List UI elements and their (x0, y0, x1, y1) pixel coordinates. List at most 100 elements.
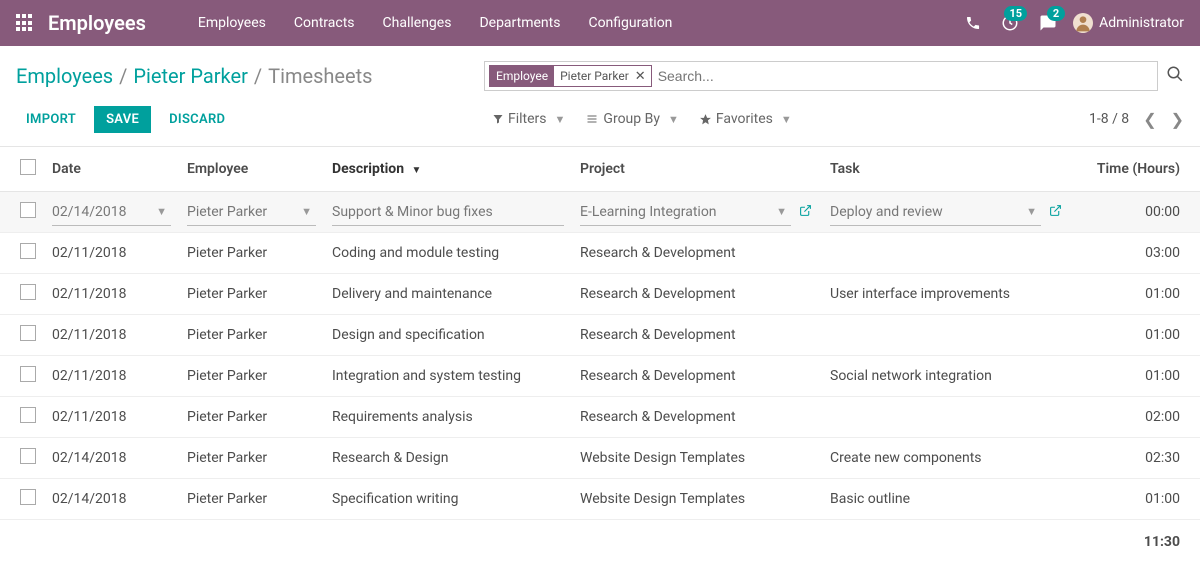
cell-description: Integration and system testing (324, 356, 572, 397)
cell-project: Website Design Templates (572, 438, 822, 479)
search-icon[interactable] (1166, 65, 1184, 88)
cell-description: Coding and module testing (324, 233, 572, 274)
activities-badge: 15 (1004, 6, 1027, 21)
import-button[interactable]: IMPORT (16, 106, 86, 133)
table-row[interactable]: 02/11/2018Pieter ParkerIntegration and s… (0, 356, 1200, 397)
external-link-icon[interactable] (1047, 204, 1064, 221)
phone-icon[interactable] (955, 15, 991, 31)
employee-select[interactable]: Pieter Parker ▼ (187, 198, 316, 226)
pager-range: 1-8 / 8 (1089, 111, 1129, 127)
table-row[interactable]: 02/14/2018Pieter ParkerSpecification wri… (0, 479, 1200, 520)
date-input[interactable]: 02/14/2018 ▼ (52, 198, 171, 226)
nav-item-challenges[interactable]: Challenges (369, 15, 466, 31)
cell-task: User interface improvements (822, 274, 1072, 315)
cell-project: Research & Development (572, 315, 822, 356)
discard-button[interactable]: DISCARD (159, 106, 235, 133)
timesheet-table: Date Employee Description ▼ Project Task… (0, 146, 1200, 564)
cell-employee: Pieter Parker (179, 274, 324, 315)
external-link-icon[interactable] (797, 204, 814, 221)
col-header-task[interactable]: Task (822, 147, 1072, 192)
row-checkbox[interactable] (20, 366, 36, 382)
row-checkbox[interactable] (20, 448, 36, 464)
cell-description: Research & Design (324, 438, 572, 479)
messages-icon[interactable]: 2 (1029, 14, 1067, 32)
col-header-description[interactable]: Description ▼ (324, 147, 572, 192)
cell-project: Research & Development (572, 397, 822, 438)
pager: 1-8 / 8 ❮ ❯ (1089, 110, 1184, 129)
favorites-dropdown[interactable]: Favorites ▼ (691, 111, 804, 127)
row-checkbox[interactable] (20, 407, 36, 423)
col-header-project[interactable]: Project (572, 147, 822, 192)
groupby-dropdown[interactable]: Group By ▼ (577, 111, 690, 127)
row-checkbox[interactable] (20, 325, 36, 341)
cell-task: Basic outline (822, 479, 1072, 520)
cell-time: 02:30 (1072, 438, 1200, 479)
cell-task (822, 233, 1072, 274)
cell-date: 02/14/2018 (44, 438, 179, 479)
description-input[interactable]: Support & Minor bug fixes (332, 198, 564, 226)
caret-down-icon: ▼ (772, 205, 791, 218)
time-input[interactable]: 00:00 (1072, 192, 1200, 233)
caret-down-icon: ▼ (152, 205, 171, 218)
activities-icon[interactable]: 15 (991, 14, 1029, 32)
col-header-date[interactable]: Date (44, 147, 179, 192)
cell-project: Website Design Templates (572, 479, 822, 520)
cell-project: Research & Development (572, 356, 822, 397)
cell-time: 01:00 (1072, 315, 1200, 356)
breadcrumb-employee[interactable]: Pieter Parker (133, 64, 247, 88)
cell-description: Delivery and maintenance (324, 274, 572, 315)
user-name: Administrator (1099, 15, 1184, 31)
cell-date: 02/11/2018 (44, 233, 179, 274)
row-checkbox[interactable] (20, 202, 36, 218)
facet-label: Employee (490, 66, 554, 86)
filters-dropdown[interactable]: Filters ▼ (484, 111, 577, 127)
messages-badge: 2 (1047, 6, 1065, 21)
caret-down-icon: ▼ (1022, 205, 1041, 218)
table-row[interactable]: 02/11/2018Pieter ParkerDelivery and main… (0, 274, 1200, 315)
facet-remove-icon[interactable]: ✕ (635, 69, 651, 84)
cell-description: Design and specification (324, 315, 572, 356)
apps-icon[interactable] (16, 14, 34, 32)
total-time: 11:30 (0, 520, 1200, 565)
nav-item-employees[interactable]: Employees (184, 15, 280, 31)
cell-time: 01:00 (1072, 356, 1200, 397)
cell-employee: Pieter Parker (179, 438, 324, 479)
caret-down-icon: ▼ (777, 113, 796, 126)
row-checkbox[interactable] (20, 243, 36, 259)
cell-task (822, 315, 1072, 356)
facet-value: Pieter Parker (554, 69, 635, 83)
avatar (1073, 13, 1093, 33)
select-all-checkbox[interactable] (20, 159, 36, 175)
pager-next-icon[interactable]: ❯ (1171, 110, 1184, 129)
row-checkbox[interactable] (20, 284, 36, 300)
nav-item-configuration[interactable]: Configuration (574, 15, 686, 31)
task-select[interactable]: Deploy and review ▼ (830, 198, 1041, 226)
nav-item-departments[interactable]: Departments (465, 15, 574, 31)
pager-prev-icon[interactable]: ❮ (1143, 110, 1156, 129)
cell-task: Create new components (822, 438, 1072, 479)
cell-employee: Pieter Parker (179, 356, 324, 397)
search-input[interactable] (652, 62, 1153, 90)
search-box[interactable]: Employee Pieter Parker ✕ (484, 61, 1158, 91)
table-row[interactable]: 02/14/2018Pieter ParkerResearch & Design… (0, 438, 1200, 479)
list-icon (585, 113, 599, 125)
table-row[interactable]: 02/11/2018Pieter ParkerDesign and specif… (0, 315, 1200, 356)
user-menu[interactable]: Administrator (1073, 13, 1184, 33)
col-header-time[interactable]: Time (Hours) (1072, 147, 1200, 192)
cell-project: Research & Development (572, 274, 822, 315)
cell-task (822, 397, 1072, 438)
cell-employee: Pieter Parker (179, 479, 324, 520)
caret-down-icon: ▼ (551, 113, 570, 126)
cell-date: 02/11/2018 (44, 356, 179, 397)
nav-item-contracts[interactable]: Contracts (280, 15, 369, 31)
breadcrumb-employees[interactable]: Employees (16, 64, 113, 88)
table-row[interactable]: 02/11/2018Pieter ParkerCoding and module… (0, 233, 1200, 274)
col-header-employee[interactable]: Employee (179, 147, 324, 192)
project-select[interactable]: E-Learning Integration ▼ (580, 198, 791, 226)
cell-employee: Pieter Parker (179, 397, 324, 438)
table-row[interactable]: 02/11/2018Pieter ParkerRequirements anal… (0, 397, 1200, 438)
row-checkbox[interactable] (20, 489, 36, 505)
breadcrumb: Employees / Pieter Parker / Timesheets (16, 64, 373, 88)
cell-time: 01:00 (1072, 479, 1200, 520)
save-button[interactable]: SAVE (94, 106, 151, 133)
